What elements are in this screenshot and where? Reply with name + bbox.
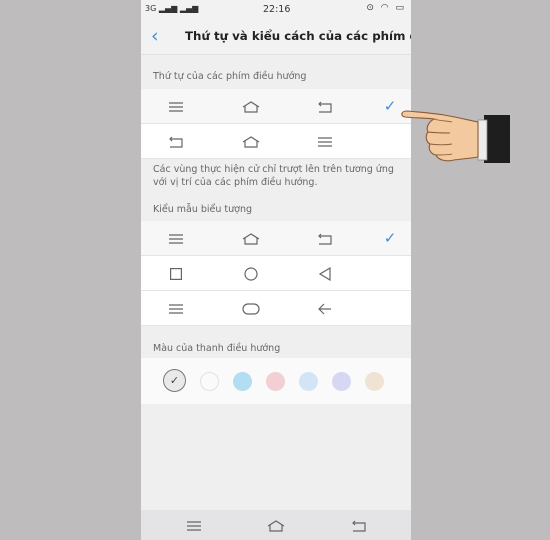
- menu-icon: [310, 124, 340, 158]
- color-swatch-white[interactable]: [200, 372, 219, 391]
- square-icon: [161, 256, 191, 290]
- phone-screen: 3G ▂▄▆ ▂▄▆ 22:16 ⊙ ◠ ▭ ‹ Thứ tự và kiểu …: [141, 0, 411, 540]
- back-button[interactable]: ‹: [151, 26, 159, 46]
- style-section-label: Kiểu mẫu biểu tượng: [153, 204, 253, 215]
- color-swatch-lavender[interactable]: [332, 372, 351, 391]
- pointing-hand-icon: [401, 110, 510, 163]
- menu-icon[interactable]: [179, 510, 209, 540]
- color-swatch-light-blue[interactable]: [299, 372, 318, 391]
- check-icon: ✓: [383, 229, 397, 247]
- arrow-left-icon: [310, 291, 340, 325]
- color-section-label: Màu của thanh điều hướng: [153, 343, 281, 354]
- style-option-1[interactable]: ✓: [141, 221, 411, 256]
- menu-icon: [161, 291, 191, 325]
- menu-icon: [161, 221, 191, 255]
- status-bar: 3G ▂▄▆ ▂▄▆ 22:16 ⊙ ◠ ▭: [141, 0, 411, 20]
- color-swatch-selected[interactable]: ✓: [163, 369, 186, 392]
- home-icon: [236, 221, 266, 255]
- back-icon: [310, 89, 340, 123]
- back-icon: [161, 124, 191, 158]
- home-icon: [236, 89, 266, 123]
- color-swatch-pink[interactable]: [266, 372, 285, 391]
- circle-icon: [236, 256, 266, 290]
- order-option-1[interactable]: ✓: [141, 89, 411, 124]
- pill-icon: [236, 291, 266, 325]
- home-icon[interactable]: [261, 510, 291, 540]
- status-time: 22:16: [263, 4, 291, 15]
- back-icon[interactable]: [344, 510, 374, 540]
- color-swatches: ✓: [141, 358, 411, 404]
- page-title: Thứ tự và kiểu cách của các phím đi...: [185, 29, 411, 43]
- page-header: ‹ Thứ tự và kiểu cách của các phím đi...: [141, 20, 411, 55]
- back-icon: [310, 221, 340, 255]
- style-option-2[interactable]: [141, 256, 411, 291]
- status-icons: ⊙ ◠ ▭: [366, 3, 406, 13]
- triangle-back-icon: [310, 256, 340, 290]
- order-option-2[interactable]: [141, 124, 411, 159]
- navigation-bar: [141, 510, 411, 540]
- network-indicator: 3G ▂▄▆ ▂▄▆: [145, 4, 199, 13]
- order-note: Các vùng thực hiện cử chỉ trượt lên trên…: [153, 164, 394, 188]
- menu-icon: [161, 89, 191, 123]
- color-swatch-blue[interactable]: [233, 372, 252, 391]
- order-section-label: Thứ tự của các phím điều hướng: [153, 71, 307, 82]
- style-option-3[interactable]: [141, 291, 411, 326]
- home-icon: [236, 124, 266, 158]
- color-swatch-beige[interactable]: [365, 372, 384, 391]
